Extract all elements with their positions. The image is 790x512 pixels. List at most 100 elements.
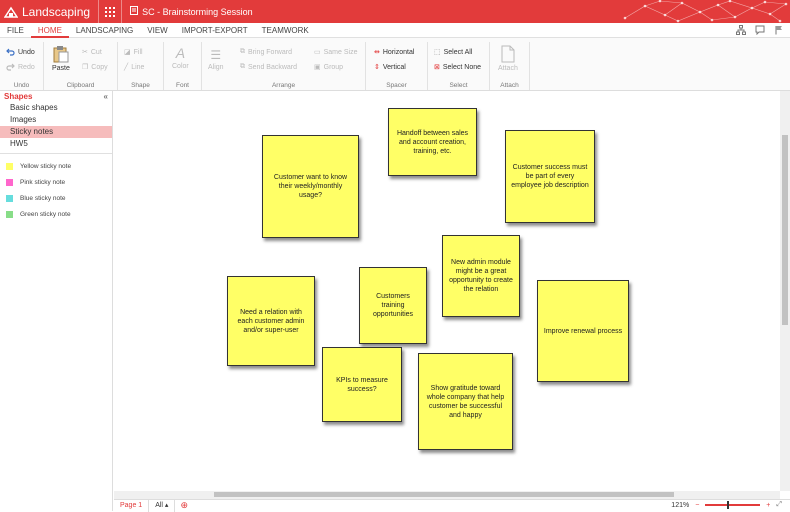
select-all-button[interactable]: ⬚ Select All xyxy=(434,48,472,57)
sticky-note-handoff[interactable]: Handoff between sales and account creati… xyxy=(388,108,477,176)
tab-teamwork[interactable]: TEAMWORK xyxy=(255,23,316,38)
apps-grid-icon[interactable] xyxy=(99,0,121,23)
yellow-swatch xyxy=(6,162,13,170)
sticky-note-usage[interactable]: Customer want to know their weekly/month… xyxy=(262,135,359,238)
bring-forward-button[interactable]: ⧉ Bring Forward xyxy=(240,48,292,56)
attach-button[interactable]: Attach xyxy=(498,45,518,72)
undo-button[interactable]: Undo xyxy=(6,48,35,56)
align-icon: ☰ xyxy=(210,48,222,62)
group-icon: ▣ xyxy=(314,64,321,71)
attach-group-label: Attach xyxy=(500,82,519,89)
zoom-in-icon[interactable]: + xyxy=(766,502,770,509)
fit-page-icon[interactable]: ⤢ xyxy=(776,501,782,509)
redo-icon xyxy=(6,63,15,71)
font-group-label: Font xyxy=(175,82,189,89)
category-hw5[interactable]: HW5 xyxy=(0,138,112,150)
fill-button[interactable]: ◪ Fill xyxy=(124,48,143,57)
sitemap-icon[interactable] xyxy=(736,25,746,37)
color-button[interactable]: A Color xyxy=(172,45,189,70)
document-icon xyxy=(130,6,139,17)
vertical-scrollbar[interactable] xyxy=(780,91,790,491)
shapes-panel: Shapes « Basic shapes Images Sticky note… xyxy=(0,91,113,511)
app-logo-icon[interactable] xyxy=(0,0,22,23)
app-title: Landscaping xyxy=(22,4,91,19)
sticky-note-renewal[interactable]: Improve renewal process xyxy=(537,280,629,382)
shapes-panel-header: Shapes « xyxy=(0,91,112,102)
same-size-button[interactable]: ▭ Same Size xyxy=(314,48,357,57)
zoom-level: 121% xyxy=(671,501,690,509)
tab-view[interactable]: VIEW xyxy=(140,23,174,38)
cut-button[interactable]: ✂ Cut xyxy=(82,48,102,57)
line-icon: ╱ xyxy=(124,64,129,71)
shapes-panel-title: Shapes xyxy=(4,92,33,101)
drawing-canvas[interactable]: Handoff between sales and account creati… xyxy=(114,91,780,491)
tab-home[interactable]: HOME xyxy=(30,23,69,38)
line-button[interactable]: ╱ Line xyxy=(124,63,144,72)
shape-pink-sticky-note[interactable]: Pink sticky note xyxy=(0,174,112,190)
shape-blue-sticky-note[interactable]: Blue sticky note xyxy=(0,190,112,206)
horizontal-spacer-button[interactable]: ⇹ Horizontal xyxy=(374,48,414,57)
vertical-scroll-thumb[interactable] xyxy=(782,135,788,325)
undo-icon xyxy=(6,48,15,56)
undo-group: Undo Redo Undo xyxy=(0,42,44,90)
ribbon-toolbar: Undo Redo Undo Paste ✂ Cut ❐ Copy Clipboar… xyxy=(0,38,790,91)
vertical-spacer-button[interactable]: ⇕ Vertical xyxy=(374,63,406,72)
send-backward-button[interactable]: ⧉ Send Backward xyxy=(240,63,297,71)
shape-group-label: Shape xyxy=(131,82,150,89)
document-title[interactable]: SC - Brainstorming Session xyxy=(142,7,253,17)
attach-group: Attach Attach xyxy=(490,42,530,90)
horizontal-scroll-thumb[interactable] xyxy=(214,492,674,497)
title-divider-2 xyxy=(121,0,123,23)
blue-swatch xyxy=(6,194,13,202)
vertical-spacer-icon: ⇕ xyxy=(374,64,380,71)
shape-green-sticky-note[interactable]: Green sticky note xyxy=(0,206,112,222)
page-tab-1[interactable]: Page 1 xyxy=(114,499,150,512)
send-backward-icon: ⧉ xyxy=(240,63,245,70)
copy-icon: ❐ xyxy=(82,64,89,71)
arrange-group: ☰ Align ⧉ Bring Forward ⧉ Send Backward ▭ S… xyxy=(202,42,366,90)
add-page-icon[interactable]: ⊕ xyxy=(180,500,188,511)
tab-file[interactable]: FILE xyxy=(0,23,31,38)
flag-icon[interactable] xyxy=(774,25,784,37)
redo-button[interactable]: Redo xyxy=(6,63,35,71)
horizontal-spacer-icon: ⇹ xyxy=(374,49,380,56)
horizontal-scrollbar[interactable] xyxy=(114,491,780,499)
pink-swatch xyxy=(6,178,13,186)
zoom-controls: 121% − + ⤢ xyxy=(671,501,782,509)
paste-button[interactable]: Paste xyxy=(52,45,70,72)
font-color-icon: A xyxy=(175,45,186,61)
cut-icon: ✂ xyxy=(82,49,88,56)
zoom-out-icon[interactable]: − xyxy=(695,502,699,509)
network-decoration-icon xyxy=(623,0,788,23)
collapse-panel-icon[interactable]: « xyxy=(104,92,108,101)
spacer-group: ⇹ Horizontal ⇕ Vertical Spacer xyxy=(366,42,428,90)
sticky-note-admin-relation[interactable]: Need a relation with each customer admin… xyxy=(227,276,315,366)
tab-landscaping[interactable]: LANDSCAPING xyxy=(69,23,140,38)
category-basic-shapes[interactable]: Basic shapes xyxy=(0,102,112,114)
zoom-slider-knob[interactable] xyxy=(727,501,730,509)
copy-button[interactable]: ❐ Copy xyxy=(82,63,108,72)
font-group: A Color Font xyxy=(164,42,202,90)
select-group-label: Select xyxy=(449,82,468,89)
sticky-note-kpis[interactable]: KPIs to measure success? xyxy=(322,347,402,422)
green-swatch xyxy=(6,210,13,218)
sticky-note-gratitude[interactable]: Show gratitude toward whole company that… xyxy=(418,353,513,450)
clipboard-group: Paste ✂ Cut ❐ Copy Clipboard xyxy=(44,42,118,90)
all-pages-dropdown[interactable]: All ▴ xyxy=(149,499,176,512)
category-sticky-notes[interactable]: Sticky notes xyxy=(0,126,112,138)
shape-yellow-sticky-note[interactable]: Yellow sticky note xyxy=(0,158,112,174)
zoom-slider[interactable] xyxy=(705,501,761,509)
category-images[interactable]: Images xyxy=(0,114,112,126)
menu-right-icons xyxy=(736,25,784,37)
sticky-note-admin-module[interactable]: New admin module might be a great opport… xyxy=(442,235,520,317)
chat-icon[interactable] xyxy=(755,25,765,37)
tab-import-export[interactable]: IMPORT-EXPORT xyxy=(175,23,255,38)
align-button[interactable]: ☰ Align xyxy=(208,48,224,71)
group-button[interactable]: ▣ Group xyxy=(314,63,343,72)
undo-group-label: Undo xyxy=(13,82,30,89)
select-none-button[interactable]: ⊠ Select None xyxy=(434,63,481,72)
select-all-icon: ⬚ xyxy=(434,49,441,56)
sticky-note-training[interactable]: Customers training opportunities xyxy=(359,267,427,344)
page-bar: Page 1 All ▴ ⊕ 121% − + ⤢ xyxy=(114,499,790,512)
sticky-note-customer-success[interactable]: Customer success must be part of every e… xyxy=(505,130,595,223)
